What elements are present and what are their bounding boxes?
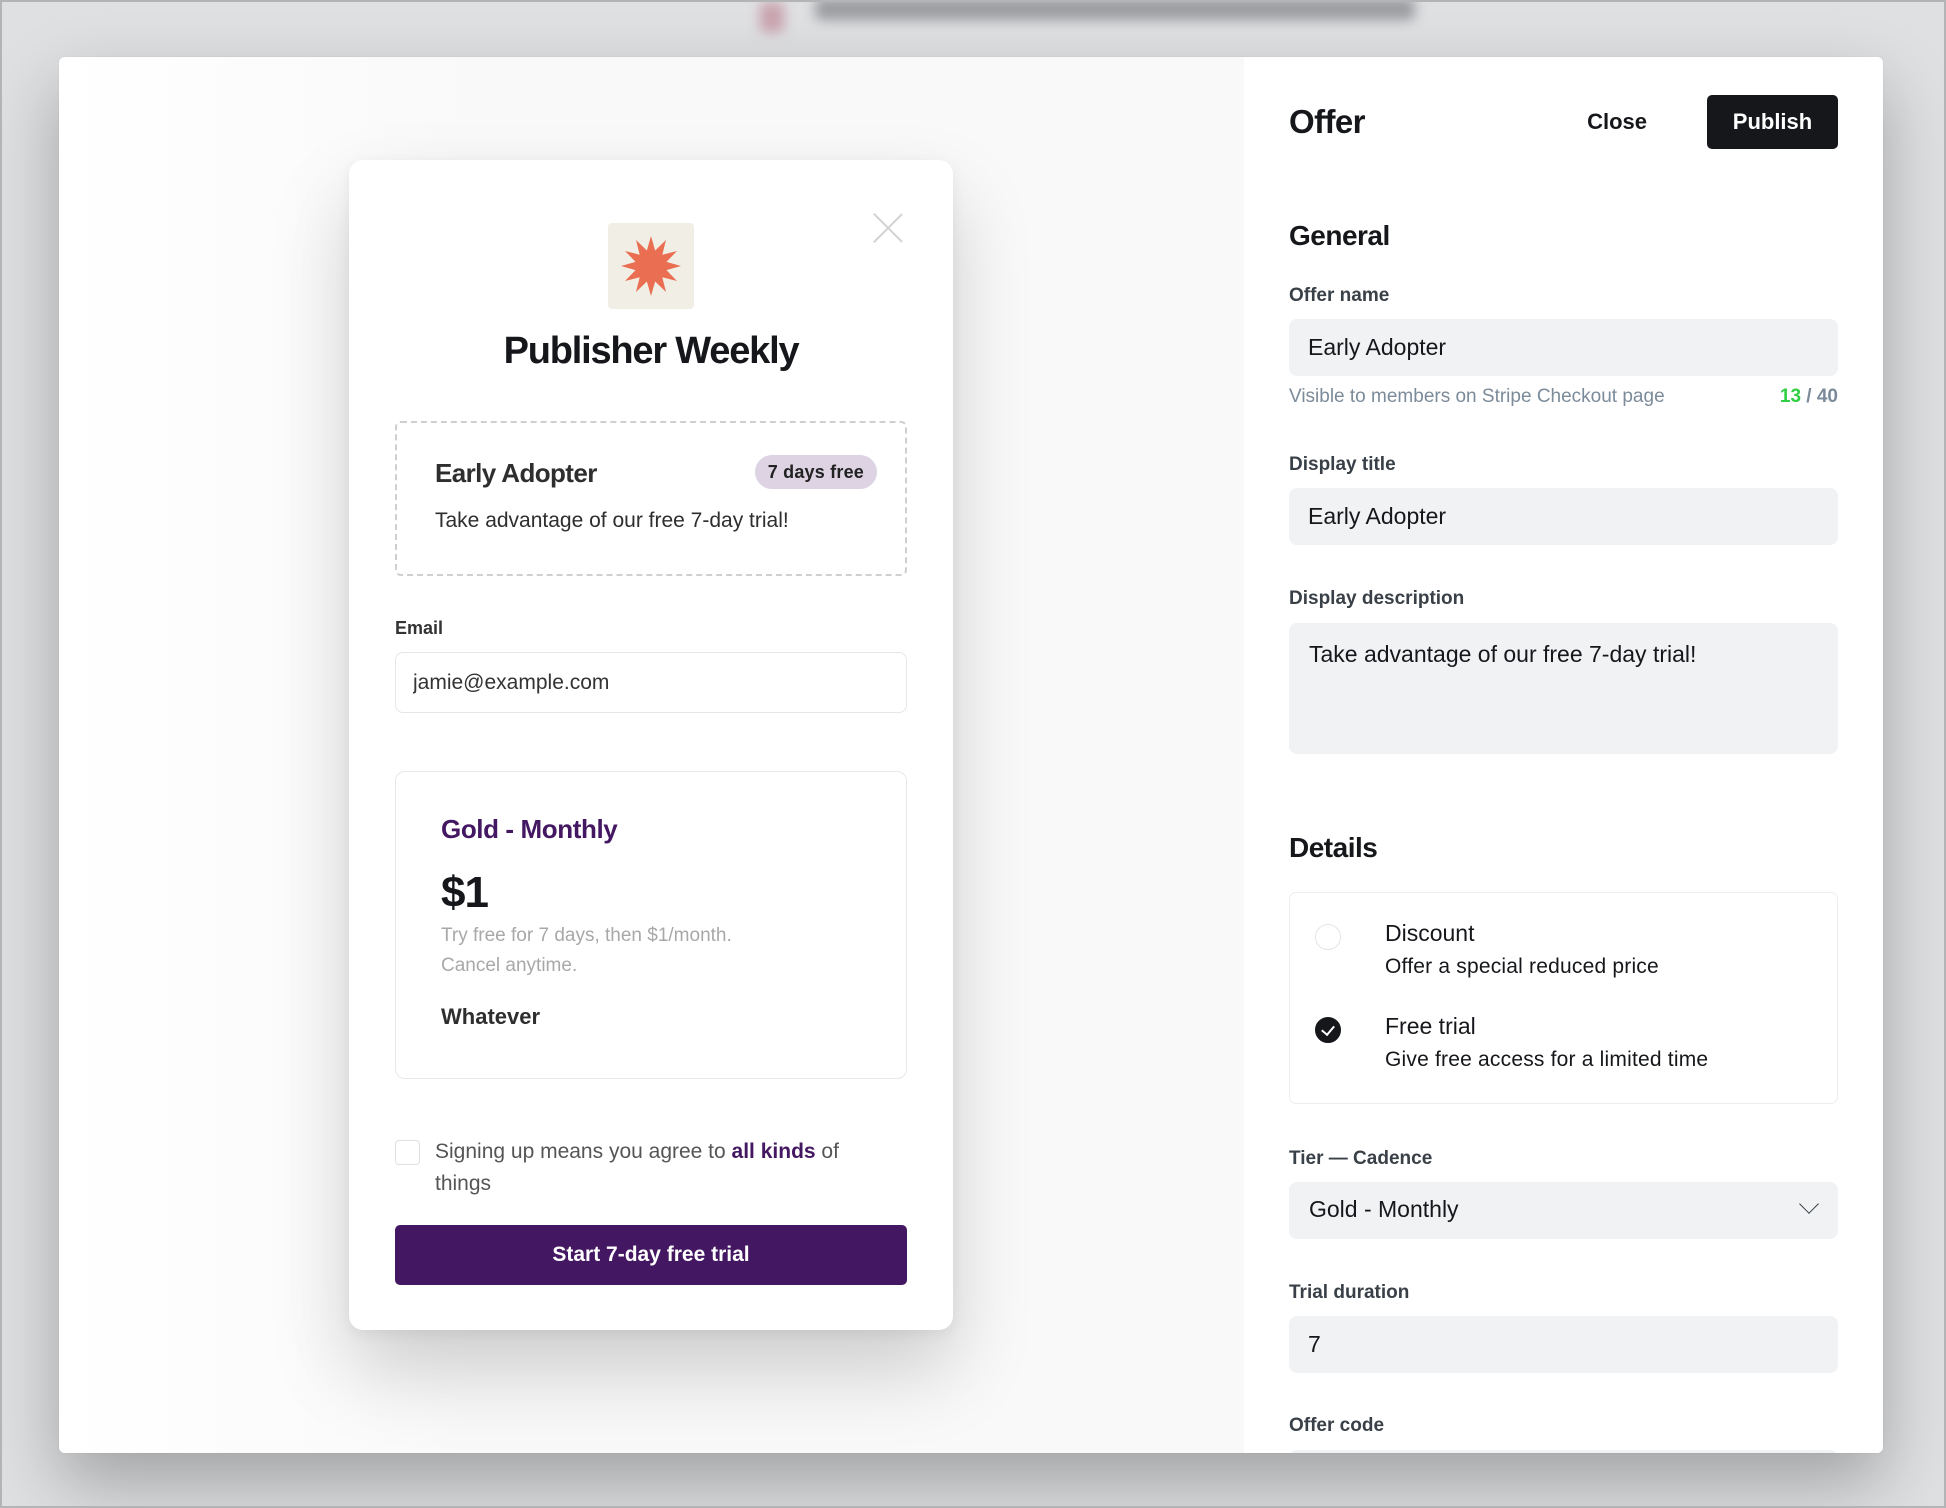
offer-name-helper: Visible to members on Stripe Checkout pa… [1289, 386, 1838, 408]
signup-preview-card: Publisher Weekly Early Adopter 7 days fr… [349, 160, 953, 1330]
option-description: Give free access for a limited time [1385, 1048, 1709, 1071]
offer-description: Take advantage of our free 7-day trial! [435, 509, 789, 532]
character-count-current: 13 [1779, 386, 1802, 407]
terms-text-before: Signing up means you agree to [435, 1140, 732, 1163]
publication-logo [608, 223, 694, 309]
background-favicon-icon [760, 2, 784, 32]
close-button[interactable]: Close [1571, 95, 1663, 149]
tier-note-line-2: Cancel anytime. [441, 955, 578, 976]
offer-summary-box: Early Adopter 7 days free Take advantage… [395, 421, 907, 576]
tier-cadence-select[interactable]: Gold - Monthly [1289, 1182, 1838, 1239]
offer-code-label: Offer code [1289, 1415, 1385, 1436]
character-counter: 13 / 40 [1780, 386, 1838, 408]
publish-button[interactable]: Publish [1707, 95, 1838, 149]
radio-checked-icon[interactable] [1315, 1017, 1341, 1043]
radio-unchecked-icon[interactable] [1315, 924, 1341, 950]
display-title-label: Display title [1289, 454, 1396, 475]
offer-code-input[interactable] [1289, 1450, 1838, 1453]
display-title-input[interactable] [1289, 488, 1838, 545]
panel-header: Offer Close Publish [1289, 95, 1838, 149]
tier-benefit: Whatever [441, 1004, 541, 1029]
trial-duration-input[interactable] [1289, 1316, 1838, 1373]
character-count-separator: / [1801, 386, 1817, 407]
option-description: Offer a special reduced price [1385, 955, 1659, 978]
offer-badge: 7 days free [754, 455, 877, 489]
starburst-icon [621, 236, 681, 296]
publication-name: Publisher Weekly [503, 330, 800, 372]
section-general-heading: General [1289, 220, 1390, 251]
panel-title: Offer [1289, 103, 1365, 140]
chevron-down-icon [1799, 1194, 1819, 1214]
option-title: Discount [1385, 920, 1475, 946]
tier-cadence-value: Gold - Monthly [1309, 1196, 1459, 1222]
close-icon[interactable] [873, 212, 903, 242]
email-input[interactable] [395, 652, 907, 713]
offer-preview-pane: Publisher Weekly Early Adopter 7 days fr… [59, 57, 1244, 1453]
offer-name-label: Offer name [1289, 285, 1390, 306]
offer-name-input[interactable] [1289, 319, 1838, 376]
trial-duration-label: Trial duration [1289, 1282, 1410, 1303]
tier-price: $1 [441, 868, 489, 917]
terms-text: Signing up means you agree to all kinds … [435, 1136, 875, 1200]
display-description-textarea[interactable]: Take advantage of our free 7-day trial! [1289, 623, 1838, 754]
offer-title: Early Adopter [435, 458, 597, 488]
terms-checkbox[interactable] [395, 1140, 420, 1165]
background-page-title-blurred [815, 0, 1415, 20]
display-description-label: Display description [1289, 588, 1465, 609]
starburst-shape [621, 236, 681, 296]
offer-modal: Publisher Weekly Early Adopter 7 days fr… [59, 57, 1883, 1453]
tier-note: Try free for 7 days, then $1/month. Canc… [441, 921, 732, 981]
email-label: Email [395, 618, 444, 638]
offer-type-options: Discount Offer a special reduced price F… [1289, 892, 1838, 1104]
section-details-heading: Details [1289, 832, 1378, 863]
offer-name-helper-text: Visible to members on Stripe Checkout pa… [1289, 386, 1665, 407]
tier-card[interactable]: Gold - Monthly $1 Try free for 7 days, t… [395, 771, 907, 1079]
start-free-trial-button[interactable]: Start 7-day free trial [395, 1225, 907, 1285]
tier-name: Gold - Monthly [441, 814, 618, 844]
offer-settings-pane: Offer Close Publish General Offer name V… [1244, 57, 1883, 1453]
tier-note-line-1: Try free for 7 days, then $1/month. [441, 925, 732, 946]
terms-link[interactable]: all kinds [732, 1140, 816, 1163]
option-title: Free trial [1385, 1013, 1476, 1039]
character-count-max: 40 [1816, 386, 1838, 407]
tier-cadence-label: Tier — Cadence [1289, 1148, 1433, 1169]
